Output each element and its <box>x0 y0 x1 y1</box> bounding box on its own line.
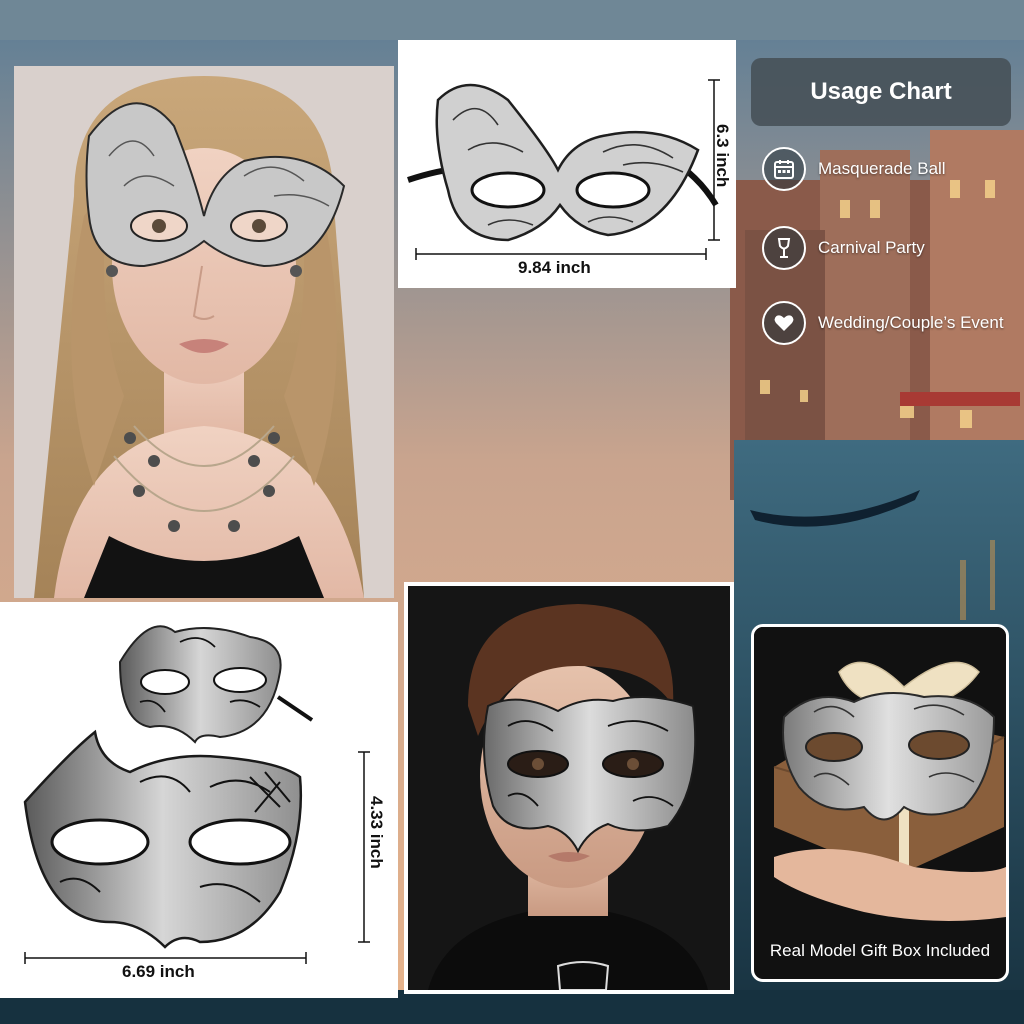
man-wearing-venetian-mask-illustration <box>408 586 730 990</box>
usage-item-masquerade-ball: Masquerade Ball <box>762 147 946 191</box>
usage-item-label: Wedding/Couple’s Event <box>818 313 1004 332</box>
wine-glass-icon <box>762 226 806 270</box>
gift-box-panel: Real Model Gift Box Included <box>751 624 1009 982</box>
woman-wearing-lace-mask-illustration <box>14 66 394 598</box>
usage-item-wedding-couples-event: Wedding/Couple’s Event <box>762 301 1004 345</box>
lace-mask-product-image <box>407 79 720 260</box>
usage-item-carnival-party: Carnival Party <box>762 226 925 270</box>
usage-chart-title-box: Usage Chart <box>751 58 1011 126</box>
woman-model-photo <box>14 66 394 598</box>
venetian-mask-width-label: 6.69 inch <box>122 962 195 981</box>
lace-mask-dimension-panel: 6.3 inch 9.84 inch <box>398 40 736 288</box>
usage-item-label: Masquerade Ball <box>818 159 946 178</box>
mask-on-gift-box-illustration <box>754 627 1006 927</box>
venetian-masks-dimension-panel: 4.33 inch 6.69 inch <box>0 602 398 998</box>
lace-mask-width-label: 9.84 inch <box>518 258 591 277</box>
venetian-mask-height-label: 4.33 inch <box>367 796 386 869</box>
two-venetian-masks-product-image <box>23 625 370 964</box>
gift-box-caption: Real Model Gift Box Included <box>769 941 991 960</box>
heart-icon <box>762 301 806 345</box>
man-model-photo <box>404 582 734 994</box>
calendar-icon <box>762 147 806 191</box>
lace-mask-height-label: 6.3 inch <box>713 124 732 188</box>
usage-chart-title: Usage Chart <box>810 78 952 105</box>
usage-item-label: Carnival Party <box>818 238 925 257</box>
